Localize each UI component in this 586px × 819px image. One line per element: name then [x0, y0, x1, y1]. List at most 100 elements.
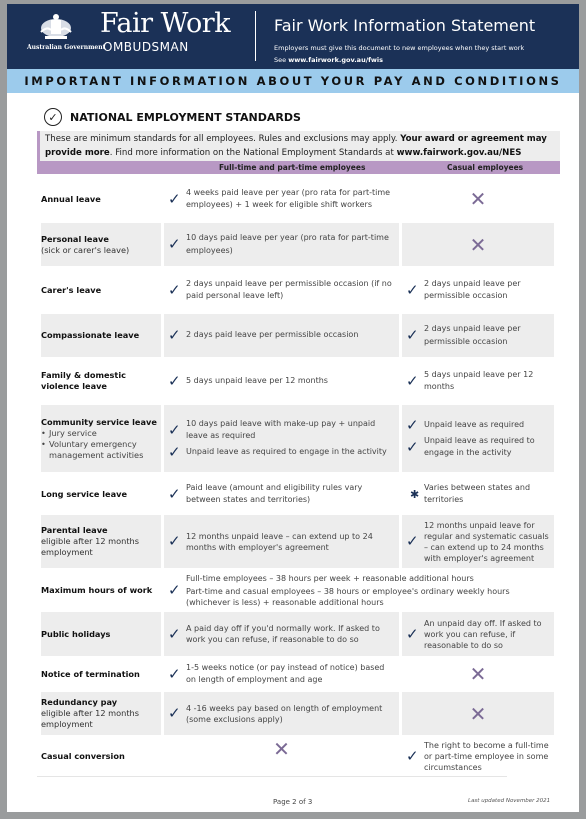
casual-cell: ✓ Unpaid leave as required ✓ Unpaid leave …	[402, 405, 554, 472]
table-row: Community service leaveJury serviceVolun…	[41, 405, 554, 472]
row-label: Carer's leave	[41, 284, 102, 295]
row-bullet-list: Jury serviceVoluntary emergency manageme…	[41, 428, 161, 461]
casual-cell: ✕	[402, 658, 554, 690]
fwis-link[interactable]: www.fairwork.gov.au/fwis	[288, 56, 383, 64]
brand-sub: OMBUDSMAN	[103, 40, 189, 54]
tick-icon: ✓	[406, 280, 419, 299]
row-label-cell: Notice of termination	[41, 658, 161, 690]
table-row: Compassionate leave ✓ 2 days paid leave p…	[41, 314, 554, 357]
fulltime-cell: ✓ 4 -16 weeks pay based on length of empl…	[164, 692, 399, 735]
row-label-cell: Public holidays	[41, 612, 161, 656]
government-label: Australian Government	[27, 44, 106, 51]
asterisk-icon: ✱	[410, 487, 420, 501]
fulltime-cell: ✓ 4 weeks paid leave per year (pro rata f…	[164, 178, 399, 220]
fulltime-text: 12 months unpaid leave – can extend up t…	[186, 531, 373, 552]
intro-part1: These are minimum standards for all empl…	[45, 134, 401, 144]
table-row: Maximum hours of work ✓ Full-time employe…	[41, 570, 554, 610]
row-label-cell: Long service leave	[41, 475, 161, 513]
row-label-cell: Personal leave (sick or carer's leave)	[41, 223, 161, 266]
table-row: Long service leave ✓ Paid leave (amount a…	[41, 475, 554, 513]
row-label: Notice of termination	[41, 668, 140, 679]
fulltime-cell: ✓ 2 days unpaid leave per permissible occ…	[164, 269, 399, 311]
tick-icon: ✓	[168, 532, 181, 550]
table-row: Redundancy pay eligible after 12 months e…	[41, 692, 554, 735]
tick-icon: ✓	[168, 484, 181, 503]
table-row: Notice of termination ✓ 1-5 weeks notice …	[41, 658, 554, 690]
nes-link[interactable]: www.fairwork.gov.au/NES	[397, 148, 522, 158]
fulltime-text: 2 days unpaid leave per permissible occa…	[186, 278, 392, 301]
tick-icon: ✓	[168, 371, 181, 390]
column-casual: Casual employees	[447, 163, 524, 172]
fulltime-text: 10 days paid leave with make-up pay + un…	[186, 418, 376, 441]
fulltime-hours: Full-time employees – 38 hours per week …	[186, 573, 474, 583]
fulltime-text: 1-5 weeks notice (or pay instead of noti…	[186, 662, 385, 685]
casual-cell: ✓ 2 days unpaid leave per permissible occ…	[402, 269, 554, 311]
fulltime-text: 10 days paid leave per year (pro rata fo…	[186, 233, 389, 255]
casual-cell: ✓ 2 days unpaid leave per permissible occ…	[402, 314, 554, 357]
document-page: Australian Government Fair Work OMBUDSMA…	[7, 4, 579, 812]
tick-icon: ✓	[168, 280, 181, 299]
fulltime-cell: ✓ 5 days unpaid leave per 12 months	[164, 360, 399, 402]
last-updated: Last updated November 2021	[468, 798, 551, 804]
row-label-cell: Casual conversion	[41, 737, 161, 775]
cross-icon: ✕	[273, 737, 290, 761]
tick-icon: ✓	[406, 415, 419, 434]
row-label: Personal leave	[41, 233, 109, 244]
coat-of-arms-icon	[40, 14, 72, 39]
tick-icon: ✓	[168, 580, 181, 599]
fulltime-cell: ✓ A paid day off if you'd normally work. …	[164, 612, 399, 656]
fulltime-text: 2 days paid leave per permissible occasi…	[186, 330, 359, 340]
casual-text: 2 days unpaid leave per permissible occa…	[424, 278, 521, 301]
casual-text: An unpaid day off. If asked to work you …	[424, 618, 542, 650]
table-bottom-divider	[37, 776, 507, 777]
tick-icon: ✓	[168, 624, 181, 643]
casual-cell: ✓ 5 days unpaid leave per 12 months	[402, 360, 554, 402]
tick-icon: ✓	[168, 189, 181, 208]
tick-icon: ✓	[168, 664, 181, 683]
brand-name: Fair Work	[100, 8, 231, 39]
casual-text: Varies between states and territories	[424, 482, 531, 505]
document-title: Fair Work Information Statement	[274, 16, 536, 35]
bullet-item: Voluntary emergency management activitie…	[41, 439, 161, 461]
casual-text: Unpaid leave as required	[424, 419, 525, 429]
section-heading: ✓ NATIONAL EMPLOYMENT STANDARDS	[44, 108, 301, 126]
fulltime-text: 4 weeks paid leave per year (pro rata fo…	[186, 187, 391, 210]
see-prefix: See	[274, 56, 289, 64]
check-circle-icon: ✓	[44, 108, 62, 126]
tick-icon: ✓	[406, 437, 419, 456]
fulltime-text: 5 days unpaid leave per 12 months	[186, 375, 328, 385]
casual-cell: ✓ 12 months unpaid leave for regular and …	[402, 515, 554, 568]
row-label: Public holidays	[41, 628, 111, 639]
fulltime-text: A paid day off if you'd normally work. I…	[186, 624, 380, 644]
fulltime-text: Unpaid leave as required to engage in th…	[186, 446, 387, 456]
casual-cell: ✕	[402, 692, 554, 735]
tick-icon: ✓	[406, 371, 419, 390]
row-label: Redundancy pay	[41, 697, 118, 707]
fulltime-cell: ✓ 10 days paid leave per year (pro rata f…	[164, 223, 399, 266]
row-sublabel: eligible after 12 months employment	[41, 536, 140, 557]
fulltime-cell: ✓ 12 months unpaid leave – can extend up …	[164, 515, 399, 568]
row-label-cell: Carer's leave	[41, 269, 161, 311]
info-banner: IMPORTANT INFORMATION ABOUT YOUR PAY AND…	[7, 69, 579, 93]
cross-icon: ✕	[469, 701, 487, 726]
table-row: Public holidays ✓ A paid day off if you'd…	[41, 612, 554, 656]
table-row: Carer's leave ✓ 2 days unpaid leave per p…	[41, 269, 554, 311]
header: Australian Government Fair Work OMBUDSMA…	[7, 4, 579, 69]
tick-icon: ✓	[406, 532, 419, 550]
document-subtitle: Employers must give this document to new…	[274, 44, 525, 52]
casual-cell: ✓ An unpaid day off. If asked to work you…	[402, 612, 554, 656]
spanning-cell: ✓ Full-time employees – 38 hours per week…	[164, 570, 554, 610]
fulltime-cell: ✓ 2 days paid leave per permissible occas…	[164, 314, 399, 357]
cross-icon: ✕	[469, 662, 487, 686]
row-sublabel: (sick or carer's leave)	[41, 244, 130, 255]
tick-icon: ✓	[168, 420, 181, 439]
row-label-cell: Family & domestic violence leave	[41, 360, 161, 402]
tick-icon: ✓	[168, 442, 181, 461]
row-label: Casual conversion	[41, 750, 125, 761]
fulltime-cell: ✓ Paid leave (amount and eligibility rule…	[164, 475, 399, 513]
row-label: Maximum hours of work	[41, 584, 153, 595]
table-row: Family & domestic violence leave ✓ 5 days…	[41, 360, 554, 402]
tick-icon: ✓	[168, 235, 181, 253]
tick-icon: ✓	[168, 326, 181, 344]
table-row: Personal leave (sick or carer's leave) ✓ 1…	[41, 223, 554, 266]
